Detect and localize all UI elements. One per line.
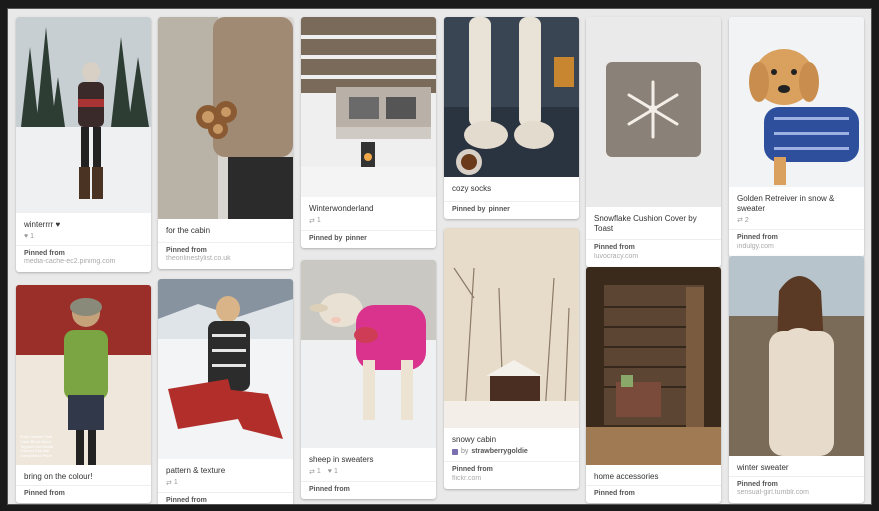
repins-count: ⇄ 1 <box>309 468 321 476</box>
pin-description: Snowflake Cushion Cover by Toast <box>594 214 697 233</box>
pin-description: sheep in sweaters <box>309 455 374 464</box>
pinner-link[interactable]: pinner <box>345 235 366 244</box>
pinned-from-label: Pinned from <box>166 496 207 504</box>
author-link[interactable]: strawberrygoldie <box>471 448 527 457</box>
likes-count: ♥ 1 <box>24 233 34 240</box>
pin-description: home accessories <box>594 472 659 481</box>
pinned-from-label: Pinned from <box>594 489 635 497</box>
pin-image-girl-in-snow[interactable] <box>158 279 293 459</box>
repins-value: 1 <box>316 217 321 225</box>
pin-card-snowy-cabin[interactable]: snowy cabin by strawberrygoldie Pinned f… <box>444 228 579 489</box>
pin-card-bring-on-the-colour[interactable]: Posh Garden Tote Color Block Wool Topped… <box>16 285 151 504</box>
by-label: by <box>461 447 469 455</box>
pin-board: winterrrr ♥ ♥ 1 Pinned from media-cache-e… <box>7 8 872 505</box>
pin-card-home-accessories[interactable]: home accessories Pinned from <box>586 267 721 504</box>
pin-description: cozy socks <box>452 184 492 193</box>
pinned-from-label: Pinned from <box>737 480 778 488</box>
repins-count: ⇄ 1 <box>166 479 178 487</box>
pin-image-cozy-socks[interactable] <box>444 17 579 177</box>
pin-image-puppy-sweater[interactable] <box>729 17 864 187</box>
repin-icon: ⇄ <box>737 217 743 225</box>
pin-description: winter sweater <box>737 463 789 472</box>
pin-card-winter-sweater[interactable]: winter sweater Pinned from sensual-girl.… <box>729 256 864 504</box>
repins-count: ⇄ 2 <box>737 216 749 225</box>
pin-card-sheep-in-sweaters[interactable]: sheep in sweaters ⇄ 1 ♥ 1 Pinned from <box>301 260 436 500</box>
pin-image-wooden-porch[interactable] <box>586 267 721 465</box>
pin-card-for-the-cabin[interactable]: for the cabin Pinned from theonlinestyli… <box>158 17 293 270</box>
pinned-from-label: Pinned from <box>24 489 65 497</box>
avatar <box>452 448 458 455</box>
pin-image-green-cardigan[interactable]: Posh Garden Tote Color Block Wool Topped… <box>16 285 151 465</box>
pin-image-snowy-cabin[interactable] <box>444 228 579 428</box>
source-link[interactable]: theonlinestylist.co.uk <box>166 255 285 264</box>
source-link[interactable]: luvocracy.com <box>594 253 713 262</box>
pinned-from-label: Pinned from <box>309 485 350 493</box>
pin-description: bring on the colour! <box>24 472 93 481</box>
source-link[interactable]: indulgy.com <box>737 243 856 252</box>
pin-image-firewood-sweater[interactable] <box>158 17 293 219</box>
pin-card-snowflake-cushion[interactable]: Snowflake Cushion Cover by Toast Pinned … <box>586 17 721 267</box>
pin-description: for the cabin <box>166 226 211 235</box>
pinned-from-label: Pinned from <box>737 234 778 242</box>
repin-icon: ⇄ <box>309 468 315 476</box>
source-link[interactable]: media-cache-ec2.pinimg.com <box>24 258 143 267</box>
pin-image-sheep-sweater[interactable] <box>301 260 436 448</box>
likes-value: 1 <box>333 468 338 476</box>
pin-description: snowy cabin <box>452 435 497 444</box>
pin-card-winterwonderland[interactable]: Winterwonderland ⇄ 1 Pinned by pinner <box>301 17 436 249</box>
pin-card-pattern-and-texture[interactable]: pattern & texture ⇄ 1 Pinned from <box>158 279 293 504</box>
repins-value: 2 <box>744 216 749 224</box>
likes-value: 1 <box>30 232 35 240</box>
pinned-from-label: Pinned from <box>594 244 635 252</box>
pin-description: Golden Retreiver in snow & sweater <box>737 194 835 213</box>
repin-icon: ⇄ <box>309 217 315 225</box>
pin-image-snowy-forest-woman[interactable] <box>16 17 151 213</box>
repins-count: ⇄ 1 <box>309 217 321 225</box>
pinned-by-label: Pinned by <box>452 205 486 213</box>
pinner-link[interactable]: pinner <box>488 206 509 215</box>
source-link[interactable]: flickr.com <box>452 475 571 484</box>
pin-card-winterrrr[interactable]: winterrrr ♥ ♥ 1 Pinned from media-cache-e… <box>16 17 151 273</box>
repins-value: 1 <box>316 468 321 476</box>
pinned-from-label: Pinned from <box>452 466 493 474</box>
source-link[interactable]: sensual-girl.tumblr.com <box>737 489 856 498</box>
pinned-by-label: Pinned by <box>309 234 343 242</box>
pin-image-snowflake-cushion[interactable] <box>586 17 721 207</box>
pinned-from-label: Pinned from <box>24 249 65 257</box>
pin-description: pattern & texture <box>166 466 226 475</box>
pin-description: winterrrr ♥ <box>24 220 61 229</box>
pin-description: Winterwonderland <box>309 204 374 213</box>
pin-card-cozy-socks[interactable]: cozy socks Pinned by pinner <box>444 17 579 220</box>
likes-count: ♥ 1 <box>328 468 338 476</box>
repins-value: 1 <box>173 479 178 487</box>
repin-icon: ⇄ <box>166 479 172 487</box>
heart-icon: ♥ <box>24 232 29 240</box>
pin-card-golden-retreiver[interactable]: Golden Retreiver in snow & sweater ⇄ 2 Pi… <box>729 17 864 257</box>
magazine-cover-text: Posh Garden Tote Color Block Wool Topped… <box>20 434 54 459</box>
heart-icon: ♥ <box>327 468 332 476</box>
pinned-from-label: Pinned from <box>166 246 207 254</box>
pin-image-woman-cream-sweater[interactable] <box>729 256 864 456</box>
pin-image-cabin-porch[interactable] <box>301 17 436 197</box>
